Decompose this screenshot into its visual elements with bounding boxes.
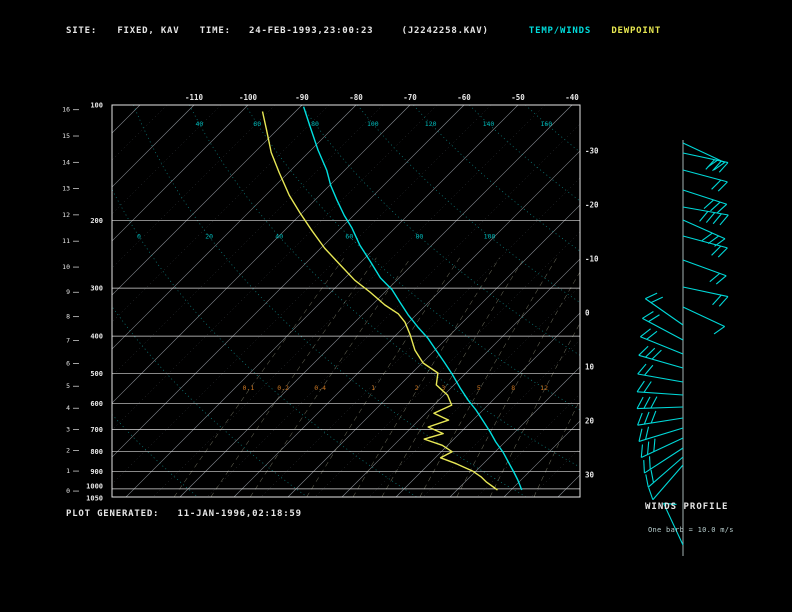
- plot-generated-label: PLOT GENERATED:: [66, 509, 160, 519]
- footer-bar: PLOT GENERATED: 11-JAN-1996,02:18:59: [66, 509, 302, 519]
- svg-text:3: 3: [66, 426, 70, 434]
- top-temperature-labels: -110 -100 -90 -80 -70 -60 -50 -40: [185, 93, 579, 102]
- svg-text:400: 400: [90, 333, 103, 341]
- svg-text:-60: -60: [457, 93, 471, 102]
- pressure-axis-labels: 100 200 300 400 500 600 700 800 900 1000 1050: [86, 102, 103, 503]
- svg-text:-90: -90: [295, 93, 309, 102]
- svg-text:5: 5: [477, 384, 481, 392]
- svg-text:12: 12: [540, 384, 548, 392]
- gridlines: [112, 105, 580, 497]
- svg-text:-70: -70: [403, 93, 417, 102]
- svg-text:-10: -10: [585, 255, 599, 264]
- svg-text:-110: -110: [185, 93, 204, 102]
- skewt-diagram: 1002003004005006007008009001000105001234…: [62, 93, 729, 556]
- svg-text:15: 15: [62, 132, 70, 140]
- svg-text:140: 140: [483, 120, 495, 128]
- svg-text:600: 600: [90, 400, 103, 408]
- height-axis-labels: 012345678910111213141516: [62, 106, 79, 495]
- plot-generated-value: 11-JAN-1996,02:18:59: [177, 509, 302, 519]
- svg-text:0: 0: [585, 309, 590, 318]
- svg-text:16: 16: [62, 106, 70, 114]
- svg-text:0.1: 0.1: [243, 384, 255, 392]
- svg-text:1: 1: [371, 384, 375, 392]
- svg-text:-30: -30: [585, 147, 599, 156]
- svg-text:14: 14: [62, 158, 70, 166]
- svg-text:2: 2: [415, 384, 419, 392]
- svg-text:80: 80: [416, 232, 424, 240]
- svg-text:4: 4: [66, 404, 70, 412]
- wind-barbs: [636, 140, 729, 556]
- svg-text:300: 300: [90, 285, 103, 293]
- svg-text:30: 30: [585, 471, 595, 480]
- svg-text:1: 1: [66, 467, 70, 475]
- svg-text:8: 8: [511, 384, 515, 392]
- svg-text:11: 11: [62, 237, 70, 245]
- svg-text:80: 80: [311, 120, 319, 128]
- svg-text:800: 800: [90, 448, 103, 456]
- svg-text:1050: 1050: [86, 495, 103, 503]
- svg-text:7: 7: [66, 336, 70, 344]
- svg-text:-40: -40: [565, 93, 579, 102]
- svg-text:60: 60: [253, 120, 261, 128]
- svg-text:0: 0: [66, 487, 70, 495]
- svg-text:12: 12: [62, 211, 70, 219]
- svg-text:40: 40: [195, 120, 203, 128]
- sounding-app-screen: SITE: FIXED, KAV TIME: 24-FEB-1993,23:00…: [0, 0, 792, 612]
- right-temperature-labels: -30 -20 -10 0 10 20 30: [585, 147, 599, 480]
- svg-text:13: 13: [62, 185, 70, 193]
- svg-text:8: 8: [66, 313, 70, 321]
- svg-text:100: 100: [484, 232, 496, 240]
- winds-barb-legend: One barb = 10.0 m/s: [648, 526, 734, 534]
- svg-text:200: 200: [90, 217, 103, 225]
- svg-text:5: 5: [66, 382, 70, 390]
- dry-adiabat-labels: 40 60 80 100 120 140 160 0 20 40 60 80 100: [137, 120, 552, 241]
- svg-text:-80: -80: [349, 93, 363, 102]
- svg-text:20: 20: [205, 232, 213, 240]
- temperature-trace: [302, 106, 523, 491]
- svg-text:0.4: 0.4: [314, 384, 326, 392]
- svg-text:9: 9: [66, 288, 70, 296]
- svg-text:0: 0: [137, 232, 141, 240]
- svg-text:-50: -50: [511, 93, 525, 102]
- svg-text:100: 100: [90, 102, 103, 110]
- svg-text:160: 160: [540, 120, 552, 128]
- svg-text:0.2: 0.2: [277, 384, 289, 392]
- svg-text:40: 40: [275, 232, 283, 240]
- svg-text:60: 60: [345, 232, 353, 240]
- svg-text:20: 20: [585, 417, 595, 426]
- svg-text:100: 100: [367, 120, 379, 128]
- svg-text:120: 120: [425, 120, 437, 128]
- svg-text:500: 500: [90, 370, 103, 378]
- winds-profile-title: WINDS PROFILE: [645, 502, 729, 512]
- svg-text:700: 700: [90, 426, 103, 434]
- svg-text:-100: -100: [239, 93, 258, 102]
- svg-text:1000: 1000: [86, 482, 103, 490]
- sounding-traces: [261, 106, 523, 491]
- svg-text:6: 6: [66, 360, 70, 368]
- svg-text:-20: -20: [585, 201, 599, 210]
- svg-text:10: 10: [585, 363, 595, 372]
- svg-text:900: 900: [90, 468, 103, 476]
- svg-text:10: 10: [62, 263, 70, 271]
- svg-text:2: 2: [66, 447, 70, 455]
